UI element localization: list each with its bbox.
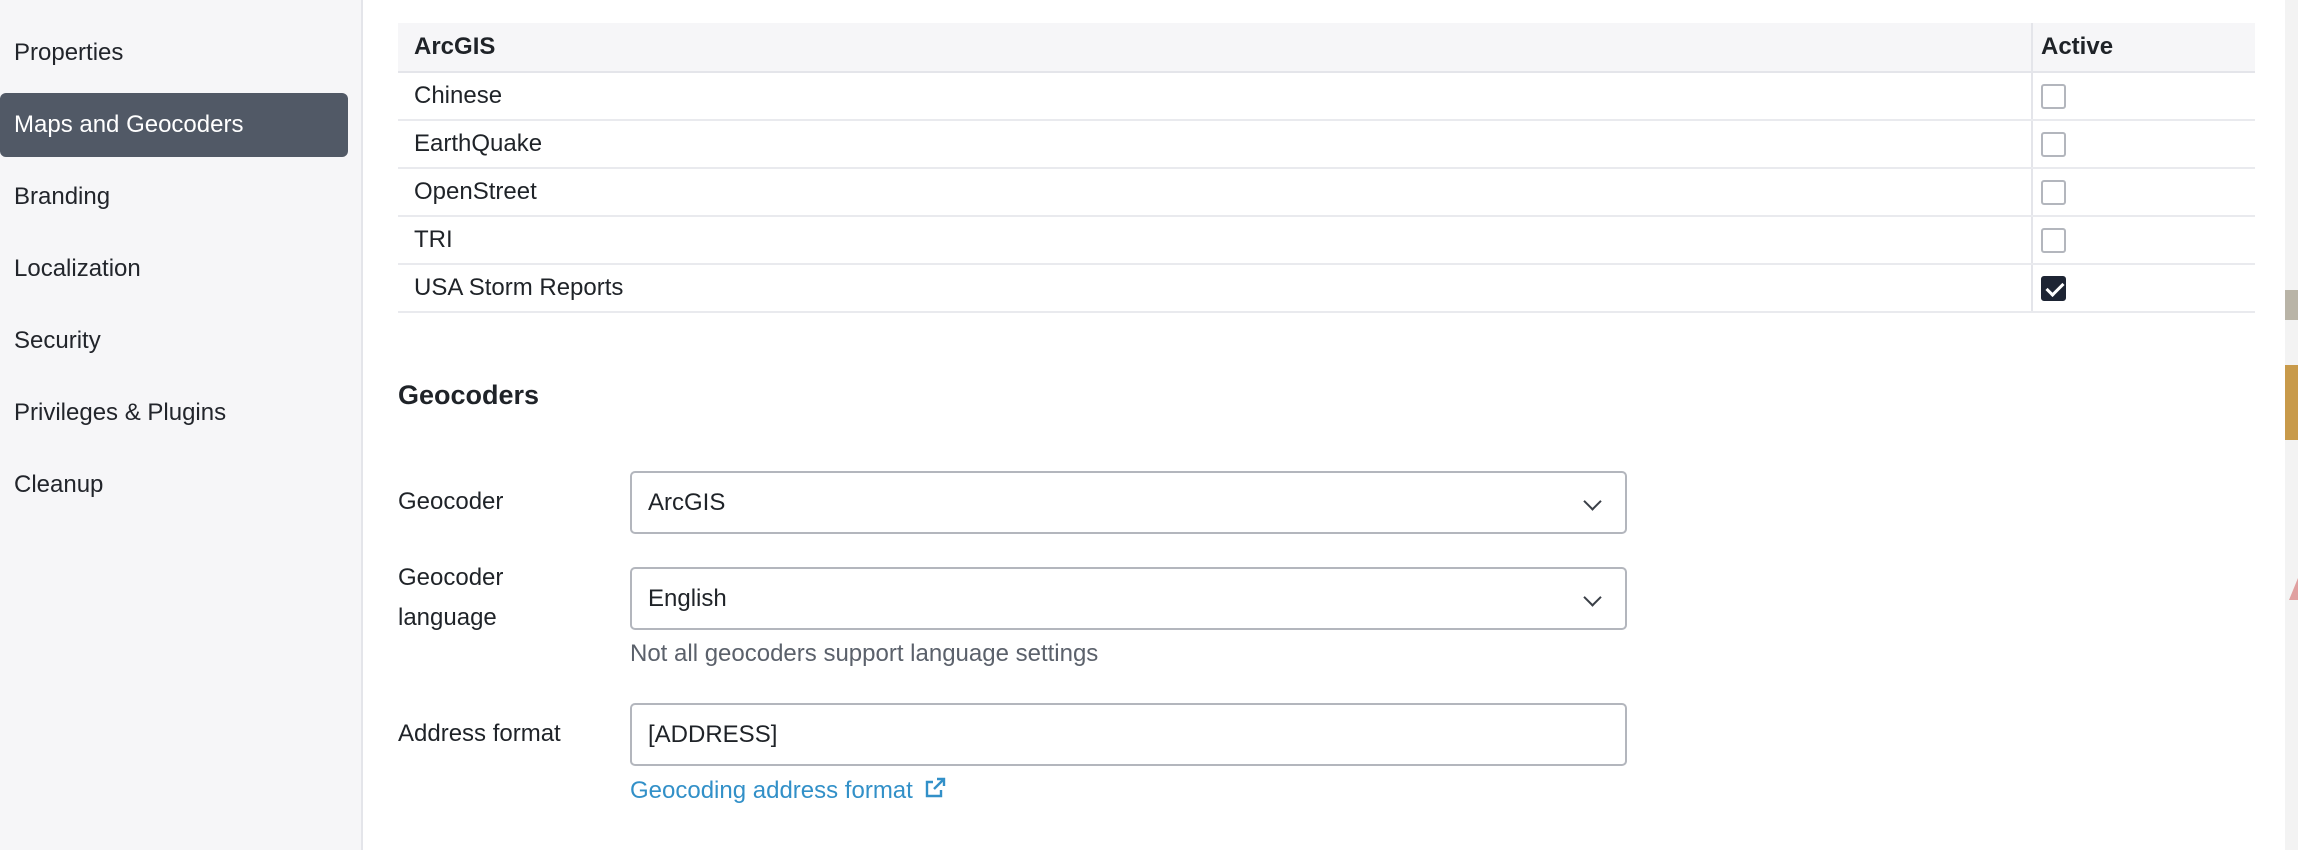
background-fragment [2289,578,2298,600]
column-header-name: ArcGIS [398,23,2032,73]
column-header-active: Active [2031,23,2255,73]
table-row: TRI [398,216,2255,265]
sidebar-item-branding[interactable]: Branding [0,165,348,229]
map-name-cell: OpenStreet [398,168,2032,217]
address-format-label: Address format [398,720,561,747]
main-content: ArcGIS Active Chinese EarthQuake OpenStr… [363,0,2285,850]
active-checkbox-chinese[interactable] [2041,84,2066,110]
sidebar-item-privileges-plugins[interactable]: Privileges & Plugins [0,381,348,445]
maps-table: ArcGIS Active Chinese EarthQuake OpenStr… [398,23,2255,313]
chevron-down-icon [1583,492,1602,511]
settings-sidebar: Properties Maps and Geocoders Branding L… [0,0,363,850]
geocoder-language-select[interactable]: English [630,567,1627,630]
geocoder-language-help: Not all geocoders support language setti… [630,640,1099,667]
table-row: EarthQuake [398,120,2255,169]
table-row: Chinese [398,72,2255,121]
background-fragment [2285,365,2298,440]
geocoder-select-value: ArcGIS [648,489,726,516]
geocoder-select[interactable]: ArcGIS [630,471,1627,534]
map-name-cell: Chinese [398,72,2032,121]
geocoder-language-select-value: English [648,585,727,612]
geocoding-address-format-link[interactable]: Geocoding address format [630,776,947,807]
sidebar-item-properties[interactable]: Properties [0,21,348,85]
table-row: USA Storm Reports [398,264,2255,313]
map-name-cell: TRI [398,216,2032,265]
sidebar-item-maps-and-geocoders[interactable]: Maps and Geocoders [0,93,348,157]
background-window-edge [2285,0,2298,850]
geocoding-address-format-link-text: Geocoding address format [630,777,913,804]
sidebar-item-cleanup[interactable]: Cleanup [0,453,348,517]
map-name-cell: EarthQuake [398,120,2032,169]
active-checkbox-openstreet[interactable] [2041,180,2066,206]
geocoder-label: Geocoder [398,488,504,515]
map-name-cell: USA Storm Reports [398,264,2032,313]
external-link-icon [923,776,947,807]
active-checkbox-earthquake[interactable] [2041,132,2066,158]
active-checkbox-usa-storm-reports[interactable] [2041,276,2066,302]
geocoders-section-title: Geocoders [398,380,540,410]
table-header-row: ArcGIS Active [398,23,2255,73]
background-fragment [2285,290,2298,320]
sidebar-item-localization[interactable]: Localization [0,237,348,301]
address-format-input[interactable]: [ADDRESS] [630,703,1627,766]
geocoder-language-label: Geocoder language [398,564,504,631]
table-row: OpenStreet [398,168,2255,217]
sidebar-item-security[interactable]: Security [0,309,348,373]
active-checkbox-tri[interactable] [2041,228,2066,254]
chevron-down-icon [1583,588,1602,607]
